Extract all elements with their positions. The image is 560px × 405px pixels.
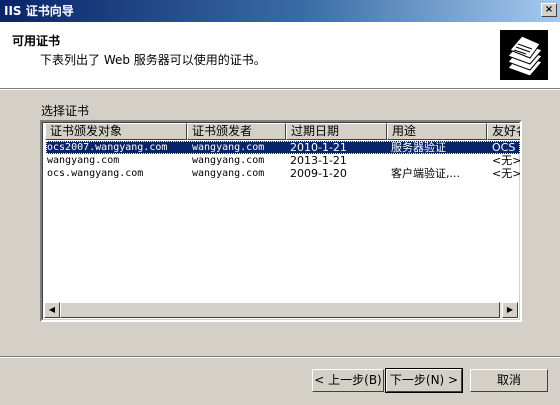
page-subtitle: 下表列出了 Web 服务器可以使用的证书。 [40,53,266,67]
page-title: 可用证书 [12,34,61,48]
cell-issued-to: wangyang.com [47,155,120,166]
scroll-left-arrow-icon[interactable]: ◀ [44,302,60,318]
column-header-issued-to[interactable]: 证书颁发对象 [45,123,187,140]
cell-expiry: 2013-1-21 [290,154,347,167]
cell-issued-to: ocs.wangyang.com [47,168,144,179]
next-button[interactable]: 下一步(N) > [385,368,463,393]
cell-issued-by: wangyang.com [192,168,265,179]
certificate-row[interactable]: ocs2007.wangyang.com wangyang.com 2010-1… [46,141,520,154]
cell-purpose: 服务器验证 [391,141,446,154]
certificate-row[interactable]: wangyang.com wangyang.com 2013-1-21 <无> [46,154,520,167]
cell-friendly-name: OCS [492,141,516,154]
scrollbar-thumb[interactable] [60,302,500,318]
certificate-list[interactable]: 证书颁发对象 证书颁发者 过期日期 用途 友好名 ocs2007.wangyan… [40,120,522,322]
certificate-row[interactable]: ocs.wangyang.com wangyang.com 2009-1-20 … [46,167,520,180]
cell-issued-by: wangyang.com [192,142,265,153]
cancel-button[interactable]: 取消 [470,369,548,392]
bottom-edge [0,398,560,405]
cell-purpose: 客户端验证,... [391,167,460,180]
back-button[interactable]: < 上一步(B) [312,369,384,392]
horizontal-scrollbar[interactable]: ◀ ▶ [44,302,518,318]
iis-certificate-wizard-window: IIS 证书向导 × 可用证书 下表列出了 Web 服务器可以使用的证书。 选择… [0,0,560,405]
cell-expiry: 2010-1-21 [290,141,347,154]
header-divider [0,88,560,90]
column-header-purpose[interactable]: 用途 [387,123,487,140]
cell-friendly-name: <无> [492,167,522,180]
cell-expiry: 2009-1-20 [290,167,347,180]
column-header-expiry[interactable]: 过期日期 [286,123,387,140]
certificate-list-frame: 证书颁发对象 证书颁发者 过期日期 用途 友好名 ocs2007.wangyan… [42,122,520,320]
column-header-friendly-name[interactable]: 友好名 [487,123,520,140]
button-divider [0,356,560,358]
certificate-list-label: 选择证书 [41,104,90,118]
wizard-header: 可用证书 下表列出了 Web 服务器可以使用的证书。 [0,22,560,88]
certificate-stack-icon [500,30,548,80]
title-bar[interactable]: IIS 证书向导 × [0,0,560,22]
scroll-right-arrow-icon[interactable]: ▶ [502,302,518,318]
cell-issued-to: ocs2007.wangyang.com [47,142,168,153]
cell-issued-by: wangyang.com [192,155,265,166]
cell-friendly-name: <无> [492,154,522,167]
window-title: IIS 证书向导 [4,4,74,18]
close-button[interactable]: × [541,3,557,17]
column-header-issued-by[interactable]: 证书颁发者 [187,123,286,140]
